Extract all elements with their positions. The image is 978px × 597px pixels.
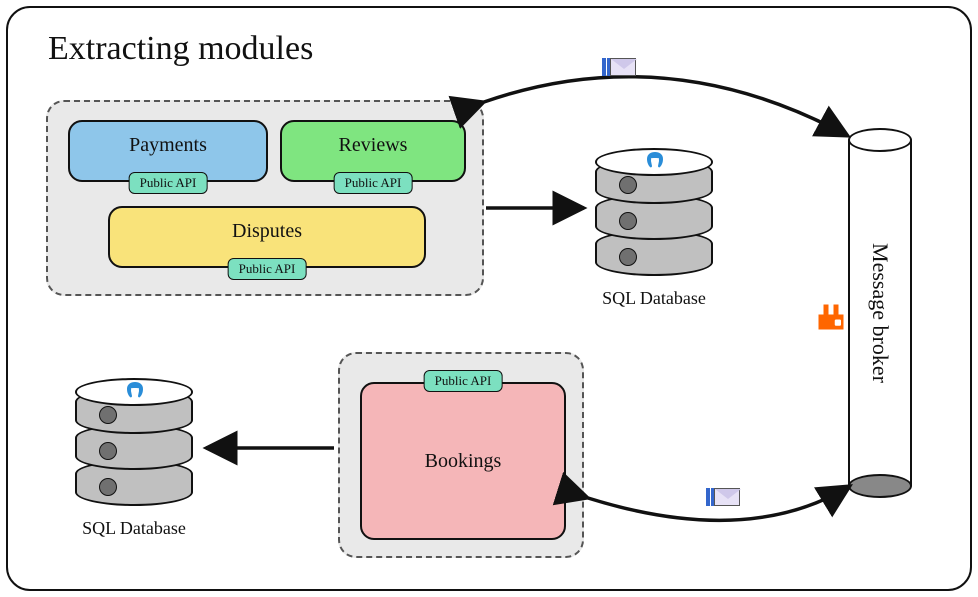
arrow-monolith-broker — [484, 77, 848, 136]
database-label: SQL Database — [70, 518, 198, 539]
diagram-canvas: Extracting modules Payments Public API R… — [6, 6, 972, 591]
reviews-module: Reviews Public API — [280, 120, 466, 182]
sql-database-bottom: SQL Database — [70, 386, 198, 539]
public-api-badge: Public API — [228, 258, 307, 280]
sql-database-top: SQL Database — [590, 156, 718, 309]
diagram-title: Extracting modules — [48, 30, 313, 68]
public-api-badge: Public API — [424, 370, 503, 392]
database-cylinder-icon — [75, 386, 193, 506]
public-api-badge: Public API — [129, 172, 208, 194]
bookings-module: Public API Bookings — [360, 382, 566, 540]
database-label: SQL Database — [590, 288, 718, 309]
payments-module: Payments Public API — [68, 120, 268, 182]
broker-label: Message broker — [867, 243, 893, 383]
postgresql-icon — [123, 380, 147, 404]
module-label: Payments — [70, 134, 266, 157]
public-api-badge: Public API — [334, 172, 413, 194]
module-label: Reviews — [282, 134, 464, 157]
module-label: Disputes — [110, 220, 424, 243]
monolith-group: Payments Public API Reviews Public API D… — [46, 100, 484, 296]
module-label: Bookings — [362, 450, 564, 473]
database-cylinder-icon — [595, 156, 713, 276]
message-broker: Message broker — [848, 128, 912, 498]
bookings-group: Public API Bookings — [338, 352, 584, 558]
envelope-icon — [610, 58, 636, 76]
disputes-module: Disputes Public API — [108, 206, 426, 268]
rabbitmq-icon — [816, 302, 846, 332]
postgresql-icon — [643, 150, 667, 174]
envelope-icon — [714, 488, 740, 506]
